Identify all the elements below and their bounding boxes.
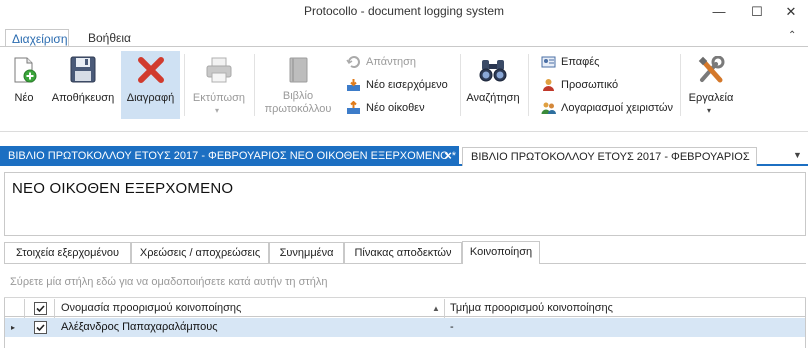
outgoing-tray-icon (346, 100, 361, 115)
binoculars-icon (478, 56, 508, 84)
minimize-button[interactable]: — (702, 0, 736, 24)
print-button-label: Εκτύπωση (192, 92, 246, 104)
incoming-tray-icon (346, 78, 361, 92)
tools-button[interactable]: Εργαλεία ▾ (684, 52, 738, 118)
save-icon (68, 56, 98, 84)
column-header-destination-name[interactable]: Ονομασία προορισμού κοινοποίησης (61, 299, 431, 317)
row-checkbox[interactable] (34, 321, 47, 334)
new-outgoing-label: Νέο οίκοθεν (366, 102, 425, 114)
person-icon (541, 78, 556, 92)
new-outgoing-button[interactable]: Νέο οίκοθεν (346, 99, 456, 117)
tab-attachments[interactable]: Συνημμένα (269, 242, 344, 263)
new-button[interactable]: Νέο (6, 52, 42, 118)
tab-list-dropdown-icon[interactable]: ▼ (793, 150, 802, 160)
search-button-label: Αναζήτηση (466, 92, 520, 104)
staff-label: Προσωπικό (561, 79, 619, 91)
contacts-button[interactable]: Επαφές (541, 53, 671, 71)
protocol-book-label-2: πρωτοκόλλου (264, 103, 332, 115)
row-indicator-icon: ▸ (11, 323, 16, 332)
sort-ascending-icon: ▲ (432, 304, 440, 313)
print-button[interactable]: Εκτύπωση ▾ (188, 52, 250, 118)
new-button-label: Νέο (14, 92, 34, 104)
delete-button[interactable]: Διαγραφή (121, 52, 180, 118)
document-title: ΝΕΟ ΟΙΚΟΘΕΝ ΕΞΕΡΧΟΜΕΝΟ (12, 180, 234, 197)
select-all-checkbox[interactable] (34, 302, 47, 315)
tools-icon (696, 55, 726, 84)
delete-button-label: Διαγραφή (126, 92, 175, 104)
printer-icon (204, 56, 234, 84)
cell-destination-name[interactable]: Αλέξανδρος Παπαχαραλάμπους (61, 318, 431, 337)
ribbon-separator (680, 54, 681, 116)
new-document-icon (9, 56, 39, 84)
column-header-destination-department[interactable]: Τμήμα προορισμού κοινοποίησης (450, 299, 790, 317)
reply-label: Απάντηση (366, 56, 416, 68)
reply-button[interactable]: Απάντηση (346, 53, 456, 71)
tools-button-label: Εργαλεία (688, 92, 734, 104)
maximize-button[interactable]: ☐ (740, 0, 774, 24)
group-by-hint: Σύρετε μία στήλη εδώ για να ομαδοποιήσετ… (10, 276, 328, 288)
contacts-label: Επαφές (561, 56, 600, 68)
book-icon (283, 56, 313, 84)
ribbon-tab-help[interactable]: Βοήθεια (82, 29, 137, 47)
users-icon (541, 101, 556, 115)
ribbon-collapse-icon[interactable]: ⌃ (788, 30, 796, 41)
document-tab-protocol-book[interactable]: ΒΙΒΛΙΟ ΠΡΩΤΟΚΟΛΛΟΥ ΕΤΟΥΣ 2017 - ΦΕΒΡΟΥΑΡ… (462, 147, 757, 166)
new-incoming-label: Νέο εισερχόμενο (366, 79, 448, 91)
cell-destination-department[interactable]: - (450, 318, 790, 337)
ribbon-separator (528, 54, 529, 116)
protocol-book-button[interactable]: Βιβλίο πρωτοκόλλου (262, 52, 334, 118)
close-button[interactable]: ✕ (774, 0, 808, 24)
tab-notification[interactable]: Κοινοποίηση (462, 241, 540, 264)
delete-x-icon (136, 56, 166, 84)
document-tab-active[interactable]: ΒΙΒΛΙΟ ΠΡΩΤΟΚΟΛΛΟΥ ΕΤΟΥΣ 2017 - ΦΕΒΡΟΥΑΡ… (0, 146, 459, 166)
reply-icon (346, 55, 361, 69)
ribbon-tab-manage[interactable]: Διαχείριση (5, 29, 69, 47)
save-button[interactable]: Αποθήκευση (50, 52, 116, 118)
tools-dropdown-icon: ▾ (707, 106, 712, 115)
tab-recipients[interactable]: Πίνακας αποδεκτών (344, 242, 462, 263)
save-button-label: Αποθήκευση (51, 92, 115, 104)
search-button[interactable]: Αναζήτηση (464, 52, 522, 118)
contact-card-icon (541, 55, 556, 69)
close-tab-icon[interactable]: × (440, 146, 456, 166)
ribbon-separator (460, 54, 461, 116)
staff-button[interactable]: Προσωπικό (541, 76, 671, 94)
ribbon-separator (184, 54, 185, 116)
user-accounts-label: Λογαριασμοί χειριστών (561, 102, 674, 114)
protocol-book-label-1: Βιβλίο (282, 90, 314, 102)
user-accounts-button[interactable]: Λογαριασμοί χειριστών (541, 99, 676, 117)
ribbon-separator (254, 54, 255, 116)
print-dropdown-icon: ▾ (215, 106, 220, 115)
tab-charges[interactable]: Χρεώσεις / αποχρεώσεις (131, 242, 269, 263)
new-incoming-button[interactable]: Νέο εισερχόμενο (346, 76, 456, 94)
tab-outgoing-details[interactable]: Στοιχεία εξερχομένου (4, 242, 131, 263)
window-title: Protocollo - document logging system (303, 4, 505, 18)
